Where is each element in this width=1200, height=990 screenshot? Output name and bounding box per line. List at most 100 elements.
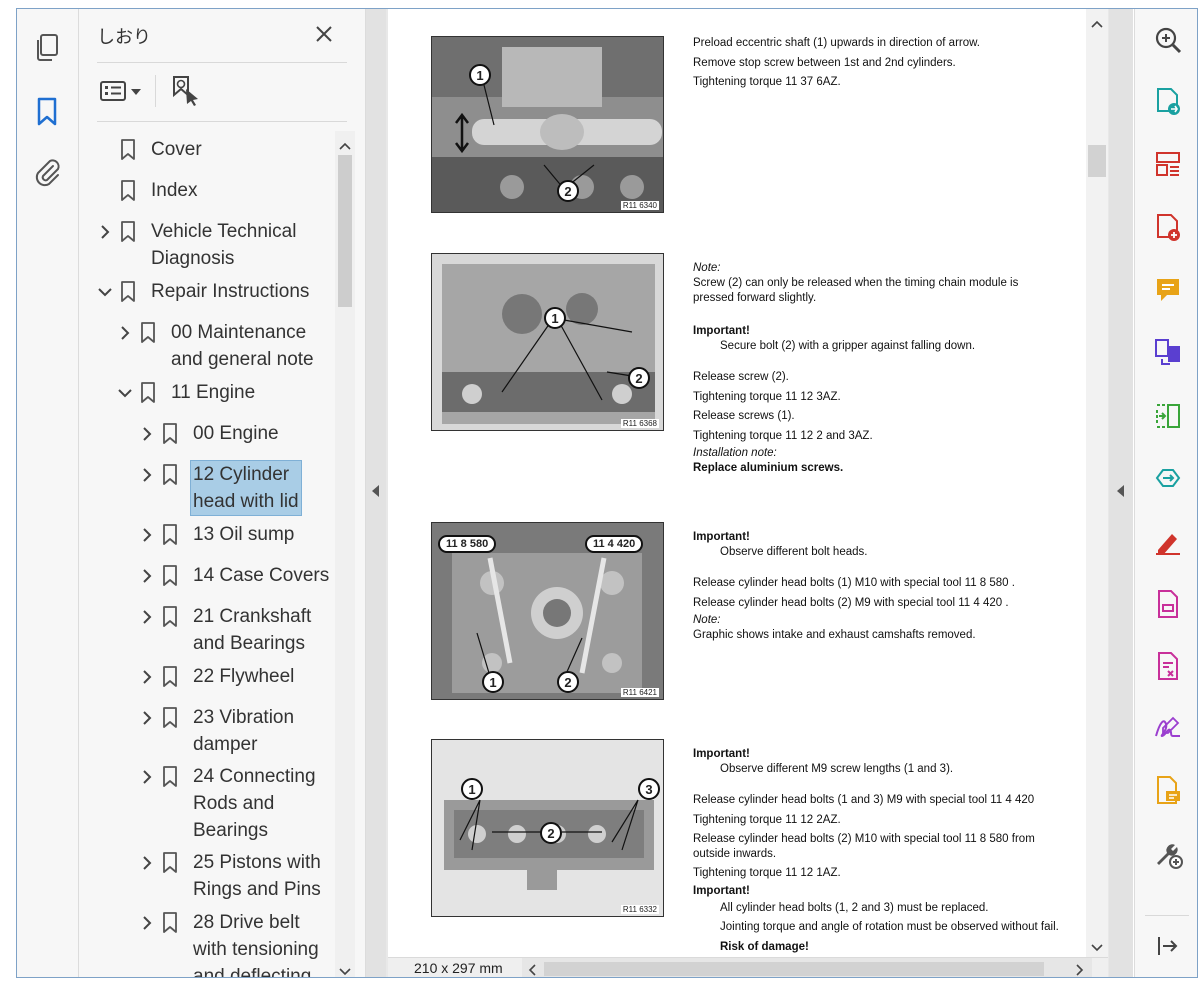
scroll-right-icon[interactable] — [1076, 963, 1084, 977]
bookmark-item[interactable]: 12 Cylinder head with lid — [137, 460, 302, 516]
scroll-left-icon[interactable] — [528, 963, 536, 977]
instruction-line: Tightening torque 11 12 3AZ. — [693, 390, 841, 403]
chevron-left-icon — [1117, 484, 1125, 502]
bookmark-item[interactable]: 13 Oil sump — [137, 521, 294, 548]
chevron-down-icon — [131, 82, 141, 100]
chevron-right-icon[interactable] — [137, 663, 157, 690]
callout-label: 1 — [482, 671, 504, 693]
expand-right-pane-button[interactable] — [1109, 9, 1133, 977]
divider — [97, 121, 347, 122]
bookmark-item[interactable]: 14 Case Covers — [137, 562, 329, 589]
figure-code: R11 6332 — [620, 905, 659, 914]
attachment-icon[interactable] — [30, 155, 64, 189]
instruction-line: Release cylinder head bolts (2) M10 with… — [693, 833, 1035, 860]
bookmark-item[interactable]: Vehicle Technical Diagnosis — [95, 218, 296, 272]
bookmark-item[interactable]: 25 Pistons with Rings and Pins — [137, 849, 321, 903]
callout-label: 2 — [540, 822, 562, 844]
instruction-line: Tightening torque 11 12 1AZ. — [693, 867, 841, 879]
scrollbar-thumb[interactable] — [544, 962, 1044, 976]
zoom-icon[interactable] — [1153, 25, 1183, 55]
note-icon[interactable] — [1153, 775, 1183, 805]
chevron-right-icon[interactable] — [137, 763, 157, 790]
bookmark-item[interactable]: Repair Instructions — [95, 278, 309, 305]
bookmark-flag-icon — [117, 218, 139, 245]
important-label: Important! — [693, 748, 750, 760]
scrollbar-thumb[interactable] — [338, 155, 352, 307]
chevron-right-icon[interactable] — [137, 420, 157, 447]
collapse-pane-icon[interactable] — [1153, 931, 1183, 961]
more-tools-icon[interactable] — [1153, 839, 1183, 869]
chevron-right-icon[interactable] — [115, 319, 135, 346]
app-window: しおり Cover Index Vehicle Technical Diagnosi… — [16, 8, 1198, 978]
instruction-line: Preload eccentric shaft (1) upwards in d… — [693, 37, 980, 49]
combine-files-icon[interactable] — [1153, 337, 1183, 367]
chevron-left-icon — [372, 484, 380, 502]
bookmark-flag-icon — [159, 562, 181, 589]
bookmark-item[interactable]: 11 Engine — [115, 379, 255, 406]
chevron-right-icon[interactable] — [137, 603, 157, 630]
organize-pages-icon[interactable] — [1153, 149, 1183, 179]
important-label: Important! — [693, 325, 750, 337]
bookmark-item[interactable]: 23 Vibration damper — [137, 704, 294, 758]
bookmark-item[interactable]: 28 Drive belt with tensioning and deflec… — [137, 909, 319, 977]
comment-icon[interactable] — [1153, 275, 1183, 305]
expand-left-pane-button[interactable] — [366, 9, 386, 977]
note-label: Note: — [693, 614, 721, 626]
instruction-line: Release screw (2). — [693, 371, 789, 383]
chevron-down-icon[interactable] — [95, 278, 115, 305]
bookmark-flag-icon — [159, 763, 181, 790]
scroll-down-icon[interactable] — [1091, 939, 1103, 957]
pdf-document-icon[interactable] — [1153, 589, 1183, 619]
bookmark-item[interactable]: 24 Connecting Rods and Bearings — [137, 763, 316, 844]
divider — [97, 62, 347, 63]
bookmark-item[interactable]: 00 Engine — [137, 420, 279, 447]
bookmark-scrollbar[interactable] — [335, 131, 355, 977]
signature-icon[interactable] — [1153, 713, 1183, 743]
chevron-right-icon[interactable] — [137, 704, 157, 731]
scroll-up-icon[interactable] — [339, 137, 351, 155]
bookmark-flag-icon — [159, 849, 181, 876]
close-icon[interactable] — [311, 21, 337, 47]
chevron-right-icon[interactable] — [137, 909, 157, 936]
divider — [1145, 915, 1189, 916]
bookmark-flag-icon — [137, 379, 159, 406]
document-scrollbar[interactable] — [1086, 9, 1108, 957]
instruction-line: Tightening torque 11 12 2 and 3AZ. — [693, 429, 873, 442]
bookmark-item[interactable]: Cover — [95, 136, 202, 163]
chevron-right-icon[interactable] — [137, 521, 157, 548]
bookmark-flag-icon — [159, 909, 181, 936]
chevron-right-icon[interactable] — [95, 218, 115, 245]
redact-icon[interactable] — [1153, 651, 1183, 681]
callout-label: 2 — [557, 671, 579, 693]
horizontal-scrollbar[interactable] — [522, 958, 1092, 977]
compress-icon[interactable] — [1153, 401, 1183, 431]
chevron-right-icon[interactable] — [137, 849, 157, 876]
chevron-down-icon[interactable] — [115, 379, 135, 406]
new-bookmark-button[interactable] — [171, 73, 201, 109]
chevron-right-icon[interactable] — [137, 461, 157, 488]
compare-icon[interactable] — [1153, 463, 1183, 493]
bookmark-tree: Cover Index Vehicle Technical Diagnosis Rep… — [79, 129, 335, 977]
pages-icon[interactable] — [30, 31, 64, 65]
scroll-down-icon[interactable] — [339, 963, 351, 977]
bookmark-icon[interactable] — [30, 95, 64, 129]
bookmark-item[interactable]: Index — [95, 177, 197, 204]
bookmark-item[interactable]: 22 Flywheel — [137, 663, 294, 690]
bookmark-label: 13 Oil sump — [193, 524, 295, 545]
chevron-right-icon[interactable] — [137, 562, 157, 589]
export-pdf-icon[interactable] — [1153, 87, 1183, 117]
scrollbar-thumb[interactable] — [1088, 145, 1106, 177]
important-text: All cylinder head bolts (1, 2 and 3) mus… — [720, 901, 989, 914]
create-pdf-icon[interactable] — [1153, 213, 1183, 243]
bookmark-options-button[interactable] — [99, 73, 141, 109]
bookmark-item[interactable]: 00 Maintenance and general note — [115, 319, 314, 373]
left-nav-rail — [17, 9, 79, 977]
section-text: Important! Observe different M9 screw le… — [693, 747, 1083, 957]
section-text: Important! Observe different bolt heads.… — [693, 530, 1083, 643]
fill-sign-icon[interactable] — [1153, 527, 1183, 557]
scroll-up-icon[interactable] — [1091, 15, 1103, 33]
note-text: Graphic shows intake and exhaust camshaf… — [693, 629, 976, 641]
callout-label: 1 — [461, 778, 483, 800]
bookmark-item[interactable]: 21 Crankshaft and Bearings — [137, 603, 311, 657]
